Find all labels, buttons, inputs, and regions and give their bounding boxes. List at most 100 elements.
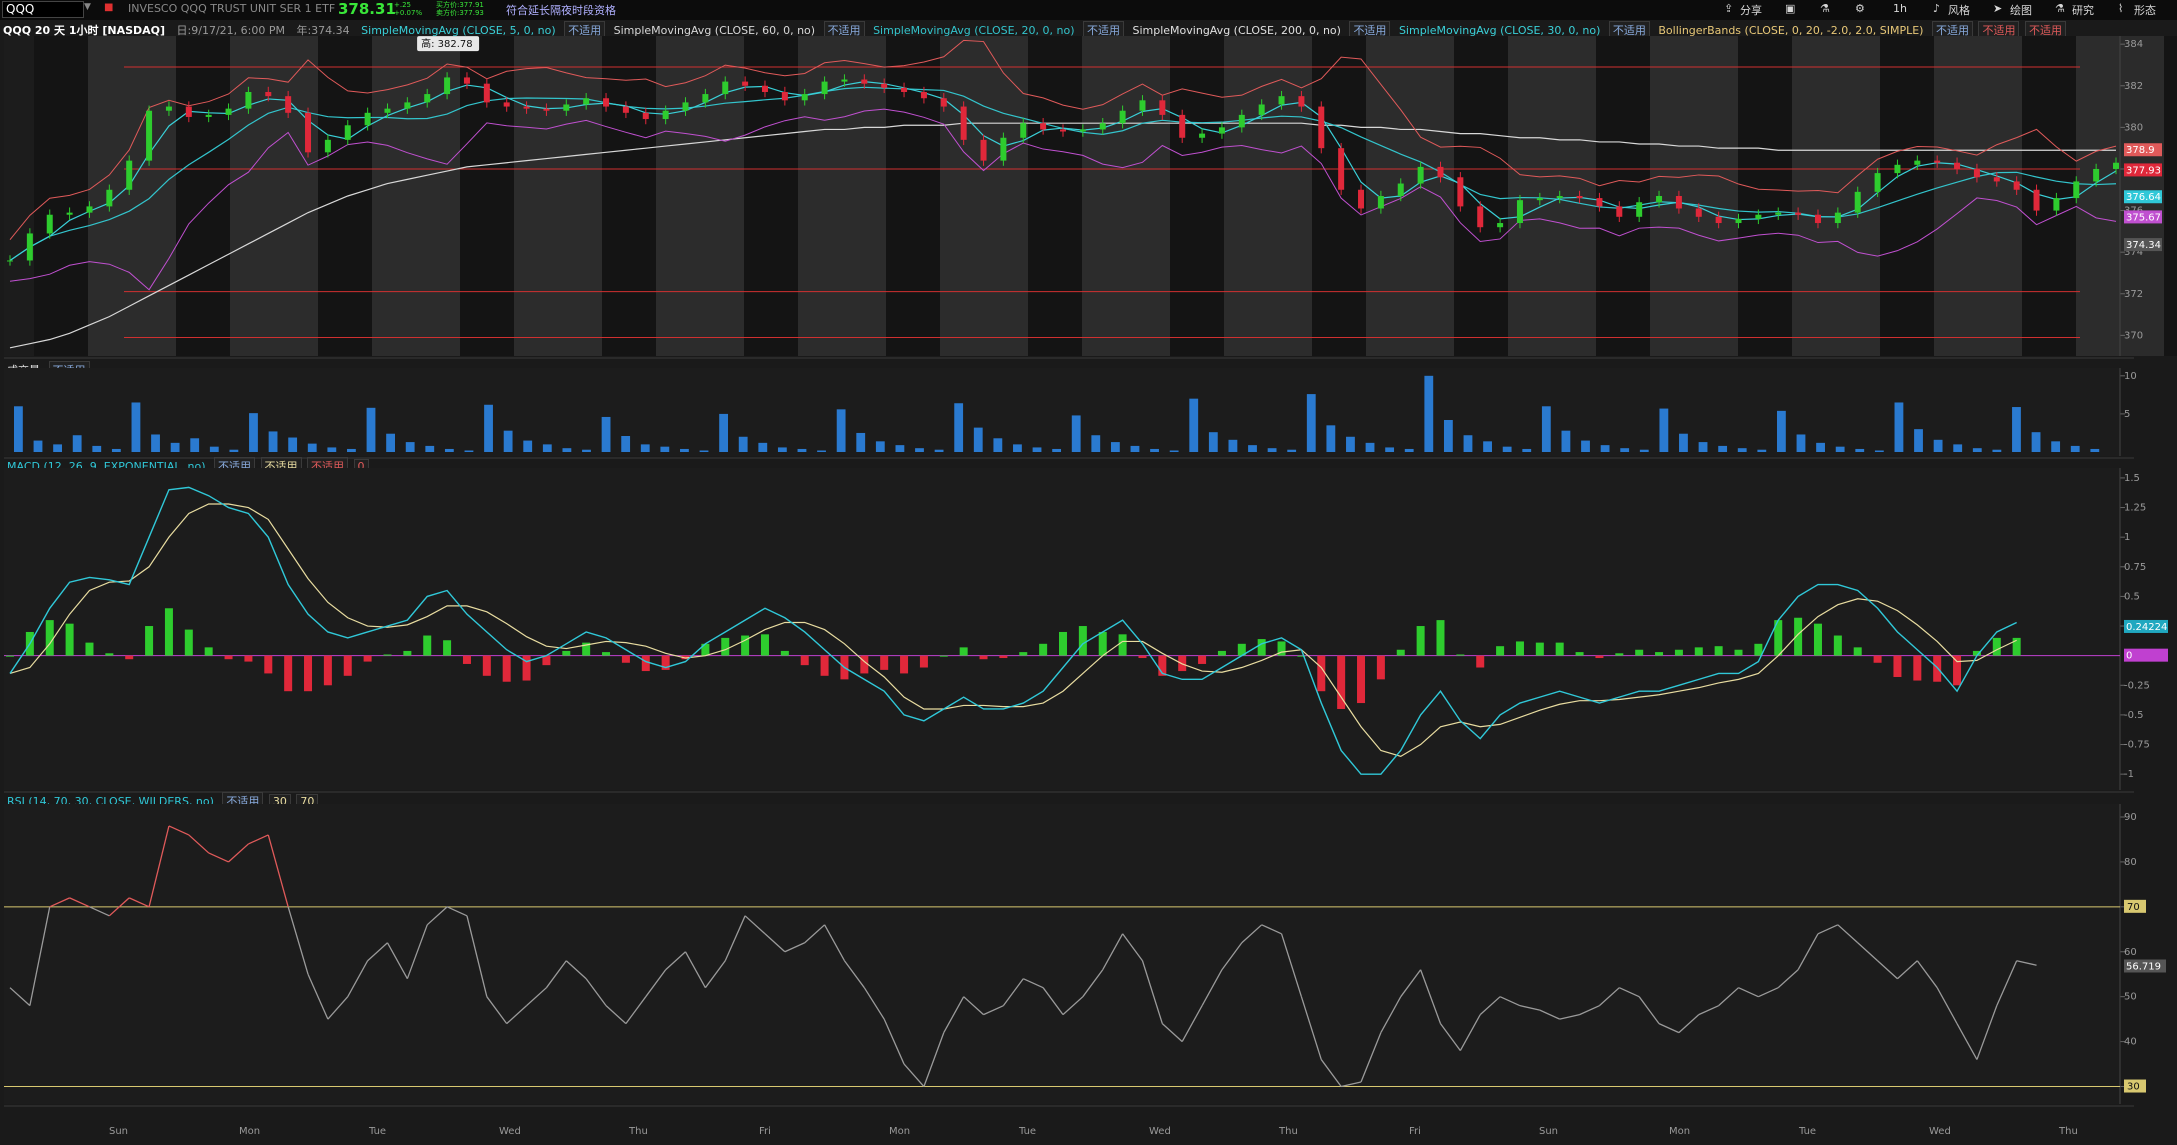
macd-histogram-bar	[1039, 643, 1048, 656]
volume-bar	[1248, 445, 1257, 452]
candle-body	[1437, 166, 1444, 178]
candle-body	[1874, 173, 1881, 192]
macd-histogram-bar	[1019, 652, 1028, 656]
night-session	[1028, 36, 1082, 356]
candle-body	[1060, 129, 1066, 132]
candle-body	[1000, 137, 1007, 161]
candle-body	[841, 79, 848, 82]
volume-bar	[33, 440, 43, 452]
candle-body	[146, 110, 153, 161]
x-day-label: Mon	[1669, 1126, 1690, 1137]
day-session	[798, 36, 886, 356]
candle-body	[205, 114, 212, 117]
macd-histogram-bar	[1813, 623, 1822, 656]
volume-bar	[738, 436, 748, 452]
candle-body	[1914, 160, 1921, 165]
candle-body	[1099, 123, 1106, 130]
macd-histogram-bar	[363, 655, 372, 662]
macd-histogram-bar	[264, 655, 273, 674]
night-session	[1738, 36, 1792, 356]
candle-body	[2033, 189, 2040, 211]
volume-bar	[640, 444, 650, 452]
pane-bg-rsi	[4, 804, 2120, 1104]
volume-bar	[464, 450, 474, 452]
candle-body	[46, 214, 53, 234]
candle-body	[1993, 177, 2000, 182]
y-tick-label: 10	[2124, 371, 2137, 382]
volume-bar	[1404, 448, 1414, 452]
volume-bar	[14, 406, 23, 452]
candle-body	[1735, 218, 1742, 224]
macd-histogram-bar	[1992, 637, 2001, 656]
macd-histogram-bar	[1059, 631, 1067, 656]
candle-body	[285, 96, 292, 113]
macd-histogram-bar	[145, 626, 154, 656]
volume-bar	[1561, 430, 1571, 452]
candle-body	[1477, 206, 1484, 228]
macd-histogram-bar	[919, 655, 928, 668]
macd-histogram-bar	[1833, 635, 1842, 656]
macd-histogram-bar	[900, 655, 909, 674]
volume-bar	[2012, 407, 2021, 452]
volume-bar	[2070, 445, 2080, 452]
macd-histogram-bar	[462, 655, 471, 664]
rsi-level-tag-label: 30	[2127, 1082, 2140, 1093]
volume-bar	[660, 446, 670, 452]
candle-body	[1795, 212, 1802, 215]
y-tick-label: 90	[2124, 812, 2137, 823]
macd-histogram-bar	[1754, 643, 1763, 656]
candle-body	[1675, 196, 1682, 209]
macd-histogram-bar	[1098, 631, 1107, 656]
volume-bar	[993, 438, 1003, 452]
candle-body	[1636, 202, 1643, 217]
volume-bar	[1110, 442, 1120, 452]
candle-body	[1238, 114, 1245, 128]
candle-body	[1834, 212, 1841, 224]
macd-histogram-bar	[224, 655, 233, 660]
macd-histogram-bar	[562, 650, 571, 656]
volume-bar	[1659, 408, 1669, 452]
macd-histogram-bar	[284, 655, 293, 692]
macd-histogram-bar	[621, 655, 630, 663]
candle-body	[404, 102, 411, 109]
macd-histogram-bar	[1595, 655, 1604, 659]
y-tick-label: -0.5	[2124, 710, 2144, 721]
volume-bar	[1385, 447, 1395, 452]
volume-bar	[405, 442, 415, 452]
y-tick-label: 0.5	[2124, 591, 2140, 602]
macd-histogram-bar	[1078, 626, 1087, 656]
candle-body	[165, 106, 172, 111]
volume-bar	[1189, 398, 1199, 452]
candle-body	[801, 94, 808, 101]
volume-bar	[72, 435, 82, 452]
y-tick-label: 50	[2124, 992, 2137, 1003]
macd-histogram-bar	[1317, 655, 1326, 692]
candle-body	[2013, 181, 2020, 190]
candle-body	[444, 77, 451, 95]
volume-bar	[1463, 435, 1473, 452]
price-tag-label: 376.64	[2126, 192, 2161, 203]
macd-histogram-bar	[323, 655, 332, 686]
candle-body	[1278, 96, 1285, 105]
volume-bar	[621, 436, 631, 452]
candle-body	[563, 104, 570, 111]
volume-bar	[1894, 402, 1904, 452]
volume-bar	[2090, 448, 2100, 452]
x-day-label: Sun	[109, 1126, 128, 1137]
macd-histogram-bar	[1615, 653, 1624, 656]
chart-canvas[interactable]: 370372374376378380382384510-1-0.75-0.5-0…	[0, 0, 2177, 1145]
day-session	[230, 36, 318, 356]
macd-histogram-bar	[939, 655, 948, 657]
macd-histogram-bar	[1694, 647, 1703, 656]
candle-body	[583, 98, 590, 105]
candle-body	[1199, 133, 1206, 138]
volume-bar	[1502, 446, 1512, 452]
macd-histogram-bar	[383, 654, 392, 656]
macd-histogram-bar	[760, 634, 769, 656]
rsi-level-tag-label: 70	[2127, 902, 2140, 913]
volume-bar	[1130, 445, 1140, 452]
x-day-label: Thu	[2058, 1126, 2078, 1137]
macd-tag-label: 0.24224	[2126, 622, 2167, 633]
macd-histogram-bar	[423, 635, 432, 656]
y-tick-label: 1.25	[2124, 503, 2146, 514]
